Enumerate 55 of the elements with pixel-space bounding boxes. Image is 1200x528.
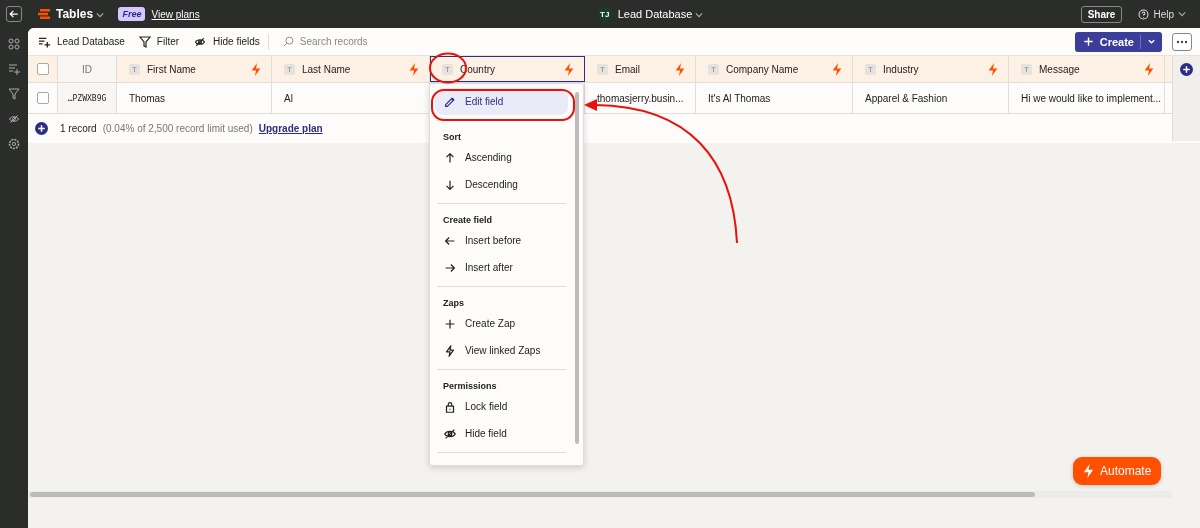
field-type-badge: T xyxy=(284,63,295,75)
menu-item[interactable]: Lock field xyxy=(435,393,568,420)
field-type-badge: T xyxy=(442,63,453,75)
menu-item[interactable]: Ascending xyxy=(435,144,568,171)
menu-section-heading: Sort xyxy=(442,131,462,144)
table-cell: Apparel & Fashion xyxy=(865,92,948,104)
table-menu-button[interactable]: Lead Database xyxy=(38,35,125,48)
table-cell: Hi we would like to implement... xyxy=(1021,92,1162,104)
column-header[interactable]: T First Name xyxy=(117,56,272,82)
menu-item[interactable]: View linked Zaps xyxy=(435,337,568,364)
avatar: TJ xyxy=(597,7,612,21)
menu-item[interactable]: Hide field xyxy=(435,420,568,447)
table-cell: thomasjerry.busin... xyxy=(597,92,684,104)
filter-button[interactable]: Filter xyxy=(138,35,180,48)
menu-item[interactable]: Insert before xyxy=(435,227,568,254)
menu-section-heading: Create field xyxy=(442,214,494,227)
view-plans-link[interactable]: View plans xyxy=(151,8,200,20)
field-type-badge: T xyxy=(708,63,719,75)
column-title: Company Name xyxy=(726,63,800,75)
menu-item[interactable]: Create Zap xyxy=(435,310,568,337)
field-type-badge: T xyxy=(129,63,140,75)
app-switcher[interactable]: Tables xyxy=(56,7,105,21)
menu-section-heading: Zaps xyxy=(442,297,465,310)
column-title: Email xyxy=(615,63,641,75)
table-cell: Thomas xyxy=(129,92,166,104)
table-name-dropdown[interactable]: Lead Database xyxy=(617,8,704,20)
column-title: Industry xyxy=(883,63,920,75)
table-cell: It's Al Thomas xyxy=(708,92,771,104)
menu-item[interactable]: Edit field xyxy=(435,88,568,115)
plan-badge: Free xyxy=(118,7,146,21)
field-type-badge: T xyxy=(1021,63,1032,75)
column-title: Message xyxy=(1039,63,1081,75)
create-button[interactable]: Create xyxy=(1074,31,1162,52)
menu-item[interactable]: Descending xyxy=(435,171,568,198)
column-header[interactable]: T Last Name xyxy=(272,56,430,82)
column-header[interactable]: T Message xyxy=(1009,56,1165,82)
upgrade-plan-link[interactable]: Upgrade plan xyxy=(258,123,323,134)
column-title: First Name xyxy=(147,63,197,75)
menu-item[interactable]: Insert after xyxy=(435,254,568,281)
field-type-badge: T xyxy=(597,63,608,75)
table-cell: …PZWXB9G xyxy=(67,93,107,103)
table-cell: Al xyxy=(284,92,293,104)
hide-fields-button[interactable]: Hide fields xyxy=(193,35,260,48)
menu-section-heading: Permissions xyxy=(442,380,498,393)
column-header[interactable]: T Email xyxy=(585,56,696,82)
record-count: 1 record xyxy=(60,123,97,134)
share-button[interactable]: Share xyxy=(1080,5,1123,23)
field-type-badge: T xyxy=(865,63,876,75)
help-button[interactable]: Help xyxy=(1138,8,1186,20)
column-header[interactable]: T Company Name xyxy=(696,56,853,82)
record-limit-note: (0.04% of 2,500 record limit used) xyxy=(102,123,253,134)
column-header[interactable]: ID xyxy=(58,56,117,82)
column-title: Last Name xyxy=(302,63,352,75)
column-header[interactable]: T Industry xyxy=(853,56,1009,82)
search-field[interactable]: Search records xyxy=(297,35,422,48)
